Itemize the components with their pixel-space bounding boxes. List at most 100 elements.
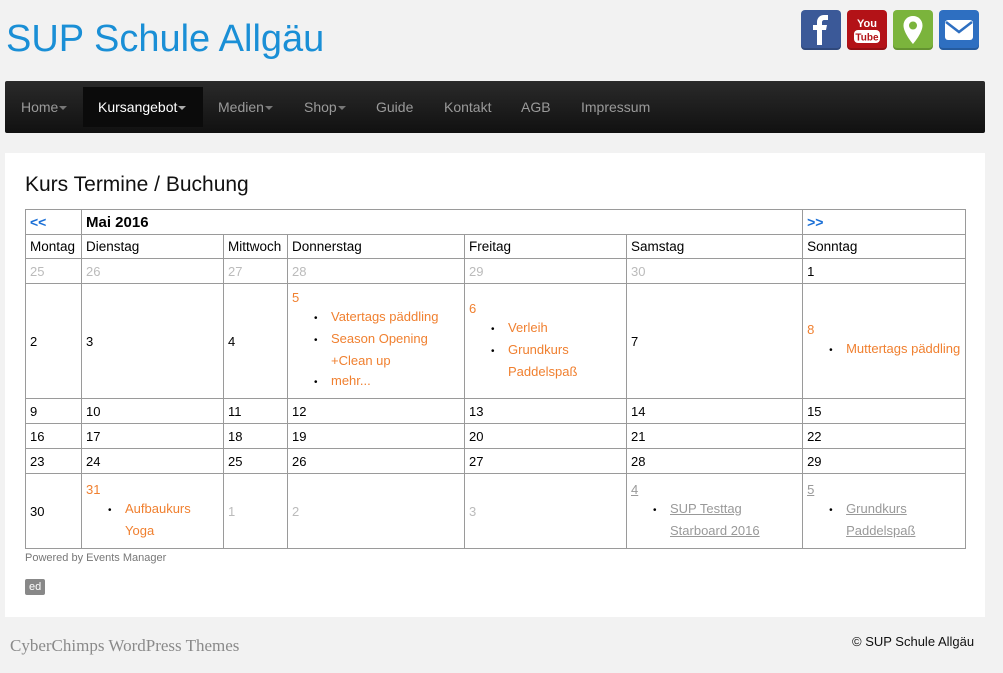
day-number-link[interactable]: 6 [469,301,622,316]
facebook-icon[interactable] [801,10,841,50]
day-cell-with-events: 5 • Grundkurs Paddelspaß [802,473,967,549]
bullet-icon: • [491,345,495,357]
nav-item-guide[interactable]: Guide [361,87,428,127]
day-cell: 3 [81,283,224,399]
day-cell: 21 [625,423,804,449]
edit-badge[interactable]: ed [25,579,46,595]
nav-item-medien[interactable]: Medien [203,87,288,127]
day-cell-with-events: 6 • Verleih • Grundkurs Paddelspaß [464,283,627,399]
event-list: • SUP Testtag Starboard 2016 [631,499,798,541]
day-cell-prev-month: 27 [223,258,288,284]
event-link[interactable]: Grundkurs Paddelspaß [846,501,915,538]
event-link[interactable]: Verleih [508,320,548,335]
next-month-link[interactable]: >> [807,214,823,230]
day-cell-next-month: 2 [287,473,465,549]
footer-theme-credit[interactable]: CyberChimps WordPress Themes [10,636,239,656]
youtube-icon[interactable]: You Tube [847,10,887,50]
event-item: • SUP Testtag Starboard 2016 [651,499,798,541]
day-cell: 27 [464,448,627,474]
event-link[interactable]: Aufbaukurs Yoga [125,501,191,538]
day-cell-next-month: 3 [464,473,627,549]
site-title[interactable]: SUP Schule Allgäu [6,18,324,61]
bullet-icon: • [108,504,112,516]
next-month-cell: >> [802,209,967,235]
nav-label: Impressum [581,99,651,115]
event-link[interactable]: Muttertags päddling [846,341,960,356]
day-cell-prev-month: 30 [625,258,804,284]
day-number-link[interactable]: 5 [807,482,961,497]
event-item: • Verleih [489,318,622,340]
prev-month-link[interactable]: << [30,214,46,230]
weekday-header: Freitag [464,234,627,259]
event-link[interactable]: Season Opening +Clean up [331,331,428,368]
bullet-icon: • [829,344,833,356]
bullet-icon: • [314,312,318,324]
day-cell: 7 [625,283,804,399]
main-navbar: Home Kursangebot Medien Shop Guide Konta… [5,81,985,133]
event-item: • Muttertags päddling [827,339,961,361]
day-cell: 10 [81,398,224,424]
day-cell: 18 [223,423,288,449]
envelope-icon[interactable] [939,10,979,50]
day-cell: 22 [802,423,967,449]
nav-label: Guide [376,99,414,115]
day-cell: 28 [625,448,804,474]
day-cell: 1 [802,258,967,284]
day-cell: 19 [287,423,465,449]
prev-month-cell: << [25,209,82,235]
nav-item-impressum[interactable]: Impressum [566,87,665,127]
weekday-header: Samstag [625,234,804,259]
weekday-header: Montag [25,234,82,259]
nav-item-shop[interactable]: Shop [289,87,361,127]
event-link[interactable]: SUP Testtag Starboard 2016 [670,501,760,538]
event-link[interactable]: Grundkurs Paddelspaß [508,342,577,379]
nav-label: Medien [218,99,264,115]
event-list: • Verleih • Grundkurs Paddelspaß [469,318,622,382]
day-cell: 9 [25,398,82,424]
bullet-icon: • [491,323,495,335]
map-marker-icon[interactable] [893,10,933,50]
day-cell-prev-month: 25 [25,258,82,284]
powered-by-text[interactable]: Powered by Events Manager [25,552,166,564]
day-number-link[interactable]: 8 [807,322,961,337]
day-number-link[interactable]: 4 [631,482,798,497]
nav-item-agb[interactable]: AGB [506,87,566,127]
calendar-week-row: 23 24 25 26 27 28 29 [25,448,967,474]
caret-down-icon [264,106,273,111]
calendar-week-row: 16 17 18 19 20 21 22 [25,423,967,449]
nav-item-home[interactable]: Home [6,87,82,127]
weekday-header: Sonntag [802,234,967,259]
day-cell: 20 [464,423,627,449]
day-cell: 13 [464,398,627,424]
day-cell: 4 [223,283,288,399]
weekday-header: Donnerstag [287,234,465,259]
nav-label: Home [21,99,59,115]
day-number-link[interactable]: 5 [292,290,460,305]
day-cell-with-events: 8 • Muttertags päddling [802,283,967,399]
day-cell-with-events: 4 • SUP Testtag Starboard 2016 [625,473,804,549]
content-panel: Kurs Termine / Buchung << Mai 2016 >> Mo… [5,153,985,617]
weekday-header: Dienstag [81,234,224,259]
nav-item-kontakt[interactable]: Kontakt [429,87,506,127]
calendar-nav-row: << Mai 2016 >> [25,209,967,235]
day-cell: 25 [223,448,288,474]
youtube-text-top: You [857,18,877,30]
more-events-link[interactable]: mehr... [331,373,371,388]
event-link[interactable]: Vatertags päddling [331,309,438,324]
nav-item-kursangebot[interactable]: Kursangebot [83,87,203,127]
calendar-week-row: 2 3 4 5 • Vatertags päddling • Season Open… [25,283,967,399]
event-item: • Vatertags päddling [312,307,460,329]
event-list: • Muttertags päddling [807,339,961,361]
day-cell: 2 [25,283,82,399]
calendar-week-row: 25 26 27 28 29 30 1 [25,258,967,284]
bullet-icon: • [653,504,657,516]
bullet-icon: • [314,334,318,346]
nav-label: Kursangebot [98,99,178,115]
day-number-link[interactable]: 31 [86,482,219,497]
day-cell-prev-month: 26 [81,258,224,284]
caret-down-icon [178,106,187,111]
day-cell: 14 [625,398,804,424]
day-cell-next-month: 1 [223,473,288,549]
weekday-header: Mittwoch [223,234,288,259]
calendar-week-row: 30 31 • Aufbaukurs Yoga 1 2 3 4 • SUP Test… [25,473,967,549]
